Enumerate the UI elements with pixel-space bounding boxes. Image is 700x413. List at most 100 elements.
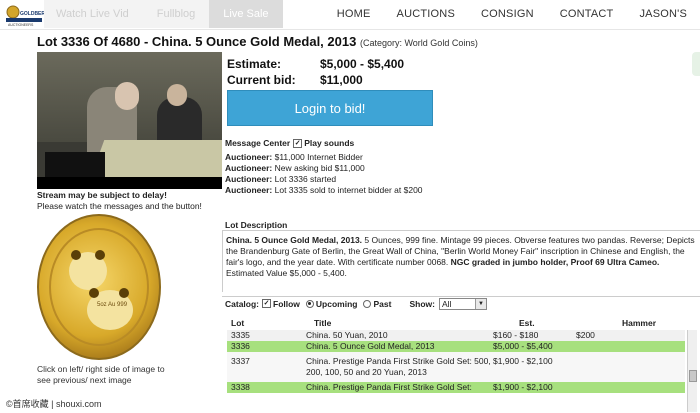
table-row[interactable]: 3335 China. 50 Yuan, 2010 $160 - $180 $2… (227, 330, 685, 341)
upcoming-radio[interactable] (305, 299, 314, 308)
play-sounds-label: Play sounds (304, 138, 355, 148)
message-text: Lot 3336 started (274, 174, 337, 184)
current-bid-value: $11,000 (320, 73, 363, 87)
coin-panda-ear (89, 288, 99, 298)
lot-description-title: Lot Description (225, 220, 288, 230)
coin-caption: Click on left/ right side of image to se… (37, 364, 165, 385)
catalog-label: Catalog: (225, 298, 259, 309)
follow-label: Follow (273, 298, 300, 309)
tab-live-sale[interactable]: Live Sale (209, 0, 283, 28)
catalog-table: Lot Title Est. Hammer 3335 China. 50 Yua… (227, 316, 697, 412)
show-select[interactable]: All ▼ (438, 297, 487, 310)
catalog-table-header: Lot Title Est. Hammer (227, 316, 685, 330)
goldberg-logo[interactable]: GOLDBERG AUCTIONEERS (4, 3, 44, 27)
table-row[interactable]: 3338 China. Prestige Panda First Strike … (227, 382, 685, 393)
nav-consign[interactable]: CONSIGN (468, 0, 547, 28)
estimate-panel: Estimate: $5,000 - $5,400 Current bid: $… (227, 56, 404, 88)
cell-hammer (574, 382, 685, 393)
column-header-lot: Lot (231, 318, 245, 328)
live-tabs: Watch Live Vid Fullblog Live Sale (44, 0, 283, 28)
message-sender: Auctioneer: (225, 174, 273, 184)
top-bar: GOLDBERG AUCTIONEERS Watch Live Vid Full… (0, 0, 700, 30)
follow-checkbox[interactable]: ✓ (262, 299, 271, 308)
nav-home[interactable]: HOME (324, 0, 384, 28)
estimate-value: $5,000 - $5,400 (320, 57, 405, 71)
table-row[interactable]: 3337 China. Prestige Panda First Strike … (227, 352, 685, 382)
chevron-down-icon: ▼ (474, 298, 486, 309)
catalog-controls: Catalog: ✓ Follow Upcoming Past Show: Al… (222, 296, 700, 310)
scrollbar-thumb[interactable] (689, 370, 697, 382)
description-grade: NGC graded in jumbo holder, Proof 69 Ult… (450, 257, 660, 267)
message-text: New asking bid $11,000 (274, 163, 365, 173)
description-estimated-value: Estimated Value $5,000 - 5,400. (226, 268, 347, 278)
nav-contact[interactable]: CONTACT (547, 0, 627, 28)
main-nav: HOME AUCTIONS CONSIGN CONTACT JASON'S (324, 0, 700, 28)
stream-delay-warning: Stream may be subject to delay! (37, 190, 167, 200)
upcoming-label: Upcoming (315, 298, 358, 309)
past-radio[interactable] (363, 299, 372, 308)
video-head-left (115, 82, 139, 110)
message-center-title: Message Center (225, 138, 291, 148)
message-list: Auctioneer: $11,000 Internet Bidder Auct… (225, 152, 423, 196)
video-footer-bar (37, 177, 222, 189)
column-header-hammer: Hammer (622, 318, 657, 328)
cell-title: China. Prestige Panda First Strike Gold … (306, 356, 491, 377)
nav-jasons[interactable]: JASON'S (626, 0, 700, 28)
message-text: $11,000 Internet Bidder (274, 152, 363, 162)
play-sounds-checkbox[interactable]: ✓ (293, 138, 303, 148)
table-row[interactable]: 3336 China. 5 Ounce Gold Medal, 2013 $5,… (227, 341, 685, 352)
coin-panda-ear (119, 288, 129, 298)
message-sender: Auctioneer: (225, 185, 273, 195)
coin-rim (49, 228, 149, 346)
cell-lot: 3338 (231, 382, 250, 392)
cell-hammer (574, 341, 685, 352)
cell-title: China. 5 Ounce Gold Medal, 2013 (306, 341, 435, 351)
coin-panda-ear (95, 250, 105, 260)
cell-estimate: $1,900 - $2,100 (493, 356, 553, 366)
live-video-stream[interactable] (37, 52, 222, 189)
svg-text:GOLDBERG: GOLDBERG (20, 11, 44, 17)
cell-lot: 3336 (231, 341, 250, 351)
show-label: Show: (409, 298, 435, 309)
message-item: Auctioneer: $11,000 Internet Bidder (225, 152, 423, 163)
cell-hammer: $200 (576, 330, 595, 340)
current-bid-label: Current bid: (227, 73, 296, 87)
side-tab-handle[interactable] (692, 52, 700, 76)
cell-lot: 3335 (231, 330, 250, 340)
login-to-bid-button[interactable]: Login to bid! (227, 90, 433, 126)
current-bid-row: Current bid: $11,000 (227, 72, 404, 88)
estimate-row: Estimate: $5,000 - $5,400 (227, 56, 404, 72)
stream-delay-notice: Stream may be subject to delay! Please w… (37, 190, 202, 212)
video-desk (89, 140, 222, 180)
show-select-value: All (441, 298, 452, 309)
column-header-title: Title (314, 318, 332, 328)
lot-category: (Category: World Gold Coins) (359, 38, 478, 48)
message-item: Auctioneer: Lot 3335 sold to internet bi… (225, 185, 423, 196)
message-item: Auctioneer: Lot 3336 started (225, 174, 423, 185)
lot-description-box: China. 5 Ounce Gold Medal, 2013. 5 Ounce… (222, 230, 700, 292)
lot-title: Lot 3336 Of 4680 - China. 5 Ounce Gold M… (37, 34, 478, 49)
video-monitor (45, 152, 105, 180)
cell-hammer (574, 356, 685, 378)
stream-delay-instruction: Please watch the messages and the button… (37, 201, 202, 211)
message-text: Lot 3335 sold to internet bidder at $200 (274, 185, 423, 195)
watermark: ©首席收藏 | shouxi.com (0, 397, 108, 411)
coin-panda-ear (71, 250, 81, 260)
estimate-label: Estimate: (227, 57, 282, 71)
table-scrollbar[interactable] (687, 330, 697, 412)
nav-auctions[interactable]: AUCTIONS (384, 0, 468, 28)
lot-title-text: Lot 3336 Of 4680 - China. 5 Ounce Gold M… (37, 34, 357, 49)
coin-inscription: 5oz Au 999 (97, 302, 128, 308)
svg-text:AUCTIONEERS: AUCTIONEERS (8, 23, 34, 27)
past-label: Past (373, 298, 392, 309)
tab-watch-live-video[interactable]: Watch Live Vid (44, 0, 143, 28)
message-center-header: Message Center ✓ Play sounds (225, 138, 354, 148)
tab-fullblog[interactable]: Fullblog (142, 0, 210, 28)
cell-estimate: $1,900 - $2,100 (493, 382, 553, 392)
cell-estimate: $5,000 - $5,400 (493, 341, 553, 351)
cell-title: China. Prestige Panda First Strike Gold … (306, 382, 472, 392)
video-head-right (167, 84, 187, 106)
cell-title: China. 50 Yuan, 2010 (306, 330, 388, 340)
cell-estimate: $160 - $180 (493, 330, 539, 340)
coin-image[interactable]: 5oz Au 999 (37, 214, 161, 360)
